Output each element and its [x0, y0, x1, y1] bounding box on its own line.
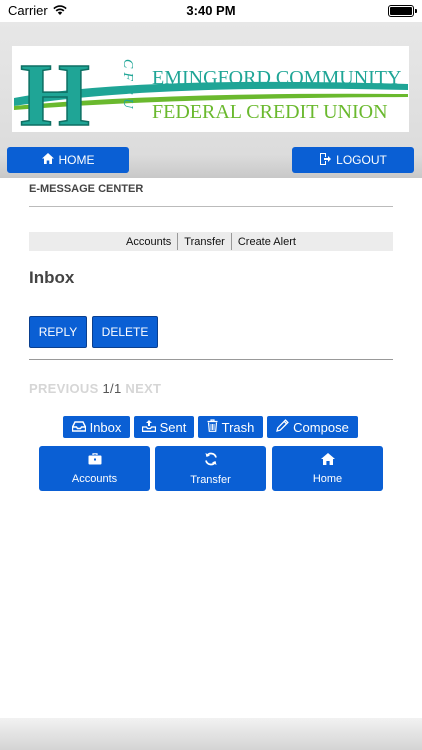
inbox-button[interactable]: Inbox [63, 416, 130, 438]
divider [29, 206, 393, 207]
pencil-icon [276, 419, 289, 435]
divider [29, 359, 393, 360]
sent-button-label: Sent [159, 419, 187, 435]
subnav-accounts[interactable]: Accounts [120, 236, 177, 248]
home-icon [41, 153, 54, 167]
logo-initials: CFCU [120, 59, 135, 112]
footer-home-label: Home [312, 472, 343, 485]
clock: 3:40 PM [186, 3, 236, 18]
footer-accounts-button[interactable]: Accounts [39, 446, 150, 491]
compose-button-label: Compose [293, 419, 349, 435]
reply-button[interactable]: REPLY [29, 316, 87, 348]
delete-button[interactable]: DELETE [92, 316, 158, 348]
footer-home-button[interactable]: Home [272, 446, 383, 491]
subnav-transfer[interactable]: Transfer [178, 236, 231, 248]
sub-navigation: Accounts Transfer Create Alert [29, 232, 393, 251]
home-icon [320, 452, 335, 468]
logo-monogram: H [20, 46, 90, 132]
logout-icon [319, 152, 332, 168]
home-button-label: HOME [58, 153, 95, 167]
bank-logo: H CFCU EMINGFORD COMMUNITY FEDERAL CREDI… [12, 46, 409, 132]
refresh-icon [204, 452, 218, 469]
logout-button[interactable]: LOGOUT [292, 147, 414, 173]
status-bar: Carrier 3:40 PM [0, 0, 422, 22]
briefcase-icon [88, 452, 102, 468]
logo-line2: FEDERAL CREDIT UNION [152, 101, 388, 123]
footer-transfer-button[interactable]: Transfer [155, 446, 266, 491]
inbox-tray-icon [71, 420, 86, 435]
trash-button-label: Trash [221, 419, 255, 435]
next-link[interactable]: NEXT [125, 381, 161, 396]
footer-accounts-label: Accounts [71, 472, 118, 485]
compose-button[interactable]: Compose [267, 416, 358, 438]
home-button[interactable]: HOME [7, 147, 129, 173]
logo-line1: EMINGFORD COMMUNITY [152, 67, 401, 89]
trash-icon [207, 419, 218, 435]
section-title: E-MESSAGE CENTER [29, 183, 144, 195]
footer-band [0, 718, 422, 750]
subnav-create-alert[interactable]: Create Alert [232, 236, 302, 248]
logout-button-label: LOGOUT [336, 153, 387, 167]
sent-button[interactable]: Sent [134, 416, 194, 438]
sent-tray-icon [141, 419, 156, 435]
inbox-button-label: Inbox [89, 419, 122, 435]
footer-transfer-label: Transfer [190, 473, 231, 486]
trash-button[interactable]: Trash [198, 416, 263, 438]
pager: PREVIOUS 1/1 NEXT [29, 381, 161, 396]
previous-link[interactable]: PREVIOUS [29, 381, 99, 396]
page-indicator: 1/1 [102, 381, 122, 396]
inbox-title: Inbox [29, 268, 75, 287]
battery-icon [388, 5, 417, 17]
